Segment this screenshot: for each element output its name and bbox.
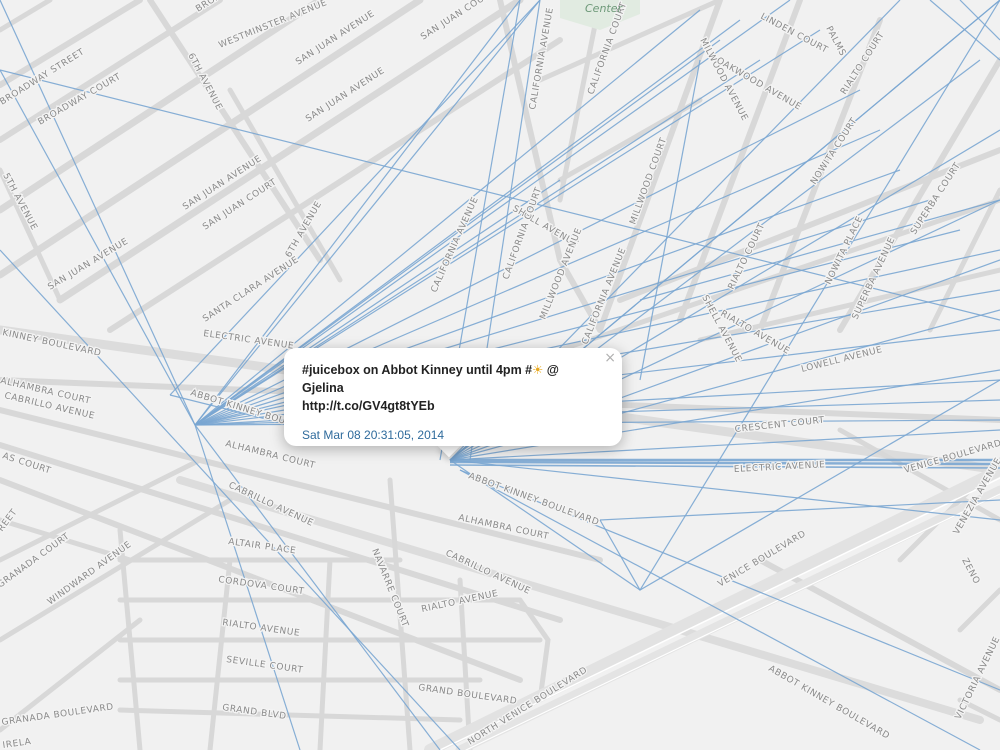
tweet-timestamp[interactable]: Sat Mar 08 20:31:05, 2014 <box>302 428 594 442</box>
sun-emoji-icon: ☀ <box>532 362 544 377</box>
popup-content: #juicebox on Abbot Kinney until 4pm #☀ @… <box>302 361 594 442</box>
tweet-text-start: #juicebox on Abbot Kinney until 4pm # <box>302 363 533 377</box>
tweet-popup: × #juicebox on Abbot Kinney until 4pm #☀… <box>284 348 622 446</box>
poi-label: Center <box>585 2 624 15</box>
tweet-link[interactable]: http://t.co/GV4gt8tYEb <box>302 399 435 413</box>
tweet-text: #juicebox on Abbot Kinney until 4pm #☀ @… <box>302 361 594 415</box>
close-icon[interactable]: × <box>604 350 616 366</box>
